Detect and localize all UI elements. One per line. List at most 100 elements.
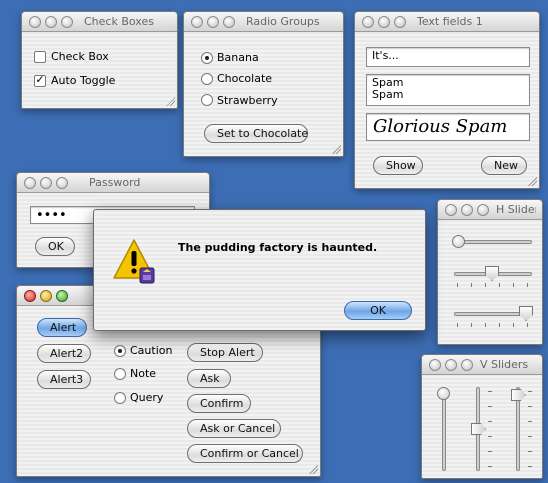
confirm-or-cancel-button[interactable]: Confirm or Cancel [187, 444, 303, 463]
zoom-icon[interactable] [461, 359, 473, 371]
radio-banana-label: Banana [217, 51, 259, 64]
zoom-icon[interactable] [56, 290, 68, 302]
h-slider-1[interactable] [452, 234, 532, 250]
close-icon[interactable] [24, 177, 36, 189]
alert-dialog: The pudding factory is haunted. OK [93, 209, 426, 331]
minimize-icon[interactable] [40, 290, 52, 302]
alert3-button[interactable]: Alert3 [37, 370, 91, 389]
auto-toggle-checkbox[interactable]: ✓ [34, 75, 46, 87]
close-icon[interactable] [24, 290, 36, 302]
minimize-icon[interactable] [45, 16, 57, 28]
radio-query[interactable] [114, 392, 126, 404]
tick-mark [513, 283, 514, 287]
slider-thumb[interactable] [519, 306, 533, 321]
check-boxes-window: Check Boxes Check Box ✓ Auto Toggle [21, 11, 178, 109]
h-slider-2[interactable] [454, 266, 532, 292]
minimize-icon[interactable] [40, 177, 52, 189]
resize-grip[interactable] [308, 464, 318, 474]
show-button[interactable]: Show [373, 156, 423, 175]
zoom-icon[interactable] [477, 204, 489, 216]
password-ok-button[interactable]: OK [35, 237, 75, 256]
close-icon[interactable] [362, 16, 374, 28]
zoom-icon[interactable] [223, 16, 235, 28]
h-sliders-window: H Sliders [437, 199, 543, 345]
tick-mark [527, 323, 528, 327]
tick-mark [471, 323, 472, 327]
tick-mark [457, 323, 458, 327]
minimize-icon[interactable] [461, 204, 473, 216]
minimize-icon[interactable] [378, 16, 390, 28]
tick-mark [488, 391, 492, 392]
dialog-message: The pudding factory is haunted. [178, 241, 378, 254]
caution-icon [112, 238, 156, 284]
ask-button[interactable]: Ask [187, 369, 231, 388]
zoom-icon[interactable] [394, 16, 406, 28]
v-sliders-window: V Sliders [421, 354, 543, 479]
ask-or-cancel-button[interactable]: Ask or Cancel [187, 419, 281, 438]
radio-strawberry[interactable] [201, 94, 213, 106]
tick-mark [488, 436, 492, 437]
radio-chocolate[interactable] [201, 73, 213, 85]
window-title: H Sliders [496, 203, 536, 216]
alert-button[interactable]: Alert [37, 318, 87, 337]
radio-strawberry-label: Strawberry [217, 94, 278, 107]
radio-query-label: Query [130, 391, 164, 404]
close-icon[interactable] [429, 359, 441, 371]
zoom-icon[interactable] [56, 177, 68, 189]
text-area-2[interactable]: Spam Spam [366, 74, 530, 106]
check-boxes-titlebar[interactable]: Check Boxes [22, 12, 177, 32]
confirm-button[interactable]: Confirm [187, 394, 251, 413]
text-fields-window: Text fields 1 It's... Spam Spam Glorious… [354, 11, 540, 189]
tick-mark [527, 283, 528, 287]
minimize-icon[interactable] [207, 16, 219, 28]
slider-knob[interactable] [437, 387, 450, 400]
dialog-ok-button[interactable]: OK [344, 301, 412, 320]
radio-note[interactable] [114, 368, 126, 380]
close-icon[interactable] [191, 16, 203, 28]
radio-groups-titlebar[interactable]: Radio Groups [184, 12, 343, 32]
check-box-label: Check Box [51, 50, 109, 63]
window-controls [445, 204, 489, 216]
radio-note-label: Note [130, 367, 157, 380]
zoom-icon[interactable] [61, 16, 73, 28]
window-title: Text fields 1 [417, 15, 483, 28]
set-to-chocolate-button[interactable]: Set to Chocolate [204, 124, 308, 143]
slider-thumb[interactable] [471, 423, 486, 435]
radio-caution[interactable] [114, 345, 126, 357]
check-box-checkbox[interactable] [34, 51, 46, 63]
password-titlebar[interactable]: Password [17, 173, 209, 193]
text-field-1[interactable]: It's... [366, 47, 530, 67]
resize-grip[interactable] [527, 176, 537, 186]
alert2-button[interactable]: Alert2 [37, 344, 91, 363]
window-title: Password [89, 176, 141, 189]
window-controls [24, 290, 68, 302]
v-slider-3[interactable] [510, 387, 534, 471]
tick-mark [499, 283, 500, 287]
radio-banana[interactable] [201, 52, 213, 64]
close-icon[interactable] [445, 204, 457, 216]
minimize-icon[interactable] [445, 359, 457, 371]
v-slider-1[interactable] [436, 387, 454, 471]
window-title: Radio Groups [246, 15, 320, 28]
tick-mark [485, 323, 486, 327]
new-button[interactable]: New [481, 156, 527, 175]
text-field-3[interactable]: Glorious Spam [366, 113, 530, 141]
resize-grip[interactable] [331, 144, 341, 154]
window-controls [24, 177, 68, 189]
v-sliders-titlebar[interactable]: V Sliders [422, 355, 542, 375]
close-icon[interactable] [29, 16, 41, 28]
tick-mark [528, 406, 532, 407]
slider-knob[interactable] [452, 235, 465, 248]
slider-thumb[interactable] [511, 389, 526, 401]
slider-track [454, 240, 532, 244]
tick-mark [488, 421, 492, 422]
tick-mark [488, 466, 492, 467]
h-slider-3[interactable] [454, 306, 533, 332]
h-sliders-titlebar[interactable]: H Sliders [438, 200, 542, 220]
resize-grip[interactable] [165, 96, 175, 106]
tick-mark [457, 283, 458, 287]
text-fields-titlebar[interactable]: Text fields 1 [355, 12, 539, 32]
v-slider-2[interactable] [470, 387, 494, 471]
stop-alert-button[interactable]: Stop Alert [187, 343, 263, 362]
slider-thumb[interactable] [485, 266, 499, 281]
